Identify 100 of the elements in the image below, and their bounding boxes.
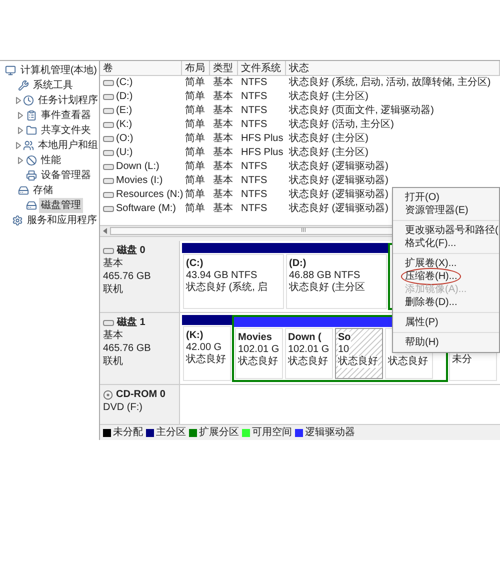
partition-status: 状态良好 [186, 354, 226, 366]
column-header[interactable]: 文件系统 [238, 61, 286, 75]
table-cell: 简单 [185, 174, 205, 188]
partition-status: 状态良好 (系统, 启 [186, 282, 268, 294]
disk-type: DVD (F:) [103, 401, 144, 414]
disk-status: 联机 [103, 283, 124, 296]
column-header[interactable]: 布局 [182, 61, 210, 75]
menu-item[interactable]: 压缩卷(H)... [401, 268, 462, 285]
table-cell: 简单 [185, 202, 205, 216]
table-cell: NTFS [241, 118, 268, 132]
table-cell: 状态良好 (系统, 启动, 活动, 故障转储, 主分区) [289, 76, 491, 90]
menu-item[interactable]: 属性(P) [401, 314, 442, 331]
disk-name: CD-ROM 0 [116, 388, 166, 401]
tree-item[interactable]: 计算机管理(本地) [18, 63, 99, 78]
disk-size: 465.76 GB [103, 270, 152, 283]
partition[interactable]: Down ( 102.01 G 状态良好 [285, 328, 333, 379]
table-cell: (O:) [116, 132, 134, 146]
table-cell: NTFS [241, 174, 268, 188]
partition-status: 未分 [452, 354, 472, 366]
table-cell: 状态良好 (逻辑驱动器) [289, 160, 388, 174]
tree-item[interactable]: 磁盘管理 [39, 198, 83, 213]
tree-item[interactable]: 服务和应用程序 [25, 213, 99, 228]
table-cell: 基本 [213, 202, 233, 216]
partition-name: So [338, 332, 351, 344]
table-cell: (C:) [116, 76, 133, 90]
table-cell: 简单 [185, 146, 205, 160]
column-header[interactable]: 类型 [210, 61, 238, 75]
table-cell: 简单 [185, 76, 205, 90]
column-header[interactable]: 状态 [286, 61, 500, 75]
table-cell: 基本 [213, 174, 233, 188]
table-cell: HFS Plus [241, 146, 284, 160]
table-cell: 简单 [185, 160, 205, 174]
partition-name: (D:) [289, 258, 306, 270]
table-cell: HFS Plus [241, 132, 284, 146]
table-cell: Movies (I:) [116, 174, 163, 188]
disk-name: 磁盘 0 [117, 244, 146, 257]
table-cell: 基本 [213, 76, 233, 90]
disk-size: 465.76 GB [103, 342, 152, 355]
table-cell: 简单 [185, 132, 205, 146]
table-cell: NTFS [241, 104, 268, 118]
table-cell: 基本 [213, 188, 233, 202]
table-cell: (U:) [116, 146, 133, 160]
partition-status: 状态良好 [238, 356, 278, 368]
table-cell: 状态良好 (页面文件, 逻辑驱动器) [289, 104, 434, 118]
tree-item[interactable]: 系统工具 [31, 78, 75, 93]
partition[interactable]: (K:) 42.00 G 状态良好 [183, 326, 231, 381]
table-cell: Resources (N:) [116, 188, 184, 202]
legend-label: 扩展分区 [199, 426, 239, 440]
partition-status: 状态良好 [388, 356, 428, 368]
table-cell: 状态良好 (主分区) [289, 132, 368, 146]
partition-status: 状态良好 [338, 356, 378, 368]
table-cell: (K:) [116, 118, 132, 132]
partition-status: 状态良好 (主分区 [289, 282, 366, 294]
table-cell: 简单 [185, 188, 205, 202]
partition[interactable]: (C:) 43.94 GB NTFS 状态良好 (系统, 启 [183, 254, 284, 309]
table-cell: 状态良好 (逻辑驱动器) [289, 202, 388, 216]
tree-item[interactable]: 事件查看器 [39, 108, 93, 123]
table-cell: 状态良好 (逻辑驱动器) [289, 174, 388, 188]
table-cell: 简单 [185, 104, 205, 118]
table-cell: 基本 [213, 118, 233, 132]
tree-item[interactable]: 设备管理器 [39, 168, 93, 183]
table-cell: NTFS [241, 202, 268, 216]
partition[interactable]: (D:) 46.88 GB NTFS 状态良好 (主分区 [286, 254, 387, 309]
partition[interactable]: So 10 状态良好 [335, 328, 383, 379]
table-cell: (D:) [116, 90, 133, 104]
disk-type: 基本 [103, 257, 124, 270]
partition-name: Down ( [288, 332, 322, 344]
disk-name: 磁盘 1 [117, 316, 146, 329]
table-cell: Software (M:) [116, 202, 176, 216]
table-cell: (E:) [116, 104, 132, 118]
tree-item[interactable]: 任务计划程序 [36, 93, 100, 108]
tree-item[interactable]: 性能 [39, 153, 63, 168]
tree-item[interactable]: 共享文件夹 [39, 123, 93, 138]
table-cell: 状态良好 (逻辑驱动器) [289, 188, 388, 202]
table-cell: Down (L:) [116, 160, 160, 174]
table-cell: 基本 [213, 160, 233, 174]
legend-label: 主分区 [156, 426, 186, 440]
tree-item[interactable]: 存储 [31, 183, 55, 198]
table-cell: 简单 [185, 118, 205, 132]
table-cell: 状态良好 (主分区) [289, 146, 368, 160]
column-header[interactable]: 卷 [100, 61, 182, 75]
partition-name: (C:) [186, 258, 204, 270]
legend-label: 逻辑驱动器 [305, 426, 355, 440]
tree-item[interactable]: 本地用户和组 [36, 138, 100, 153]
partition[interactable]: Movies 102.01 G 状态良好 [235, 328, 283, 379]
table-cell: 基本 [213, 132, 233, 146]
disk-status: 联机 [103, 355, 124, 368]
legend-label: 可用空间 [252, 426, 292, 440]
partition-size: 10 [338, 344, 350, 356]
table-cell: 状态良好 (主分区) [289, 90, 368, 104]
partition-status: 状态良好 [288, 356, 328, 368]
legend-label: 未分配 [113, 426, 143, 440]
table-cell: 基本 [213, 104, 233, 118]
table-cell: NTFS [241, 90, 268, 104]
partition-name: (K:) [186, 330, 204, 342]
disk-type: 基本 [103, 329, 124, 342]
table-cell: 基本 [213, 90, 233, 104]
table-cell: NTFS [241, 188, 268, 202]
table-cell: NTFS [241, 76, 268, 90]
table-cell: NTFS [241, 160, 268, 174]
